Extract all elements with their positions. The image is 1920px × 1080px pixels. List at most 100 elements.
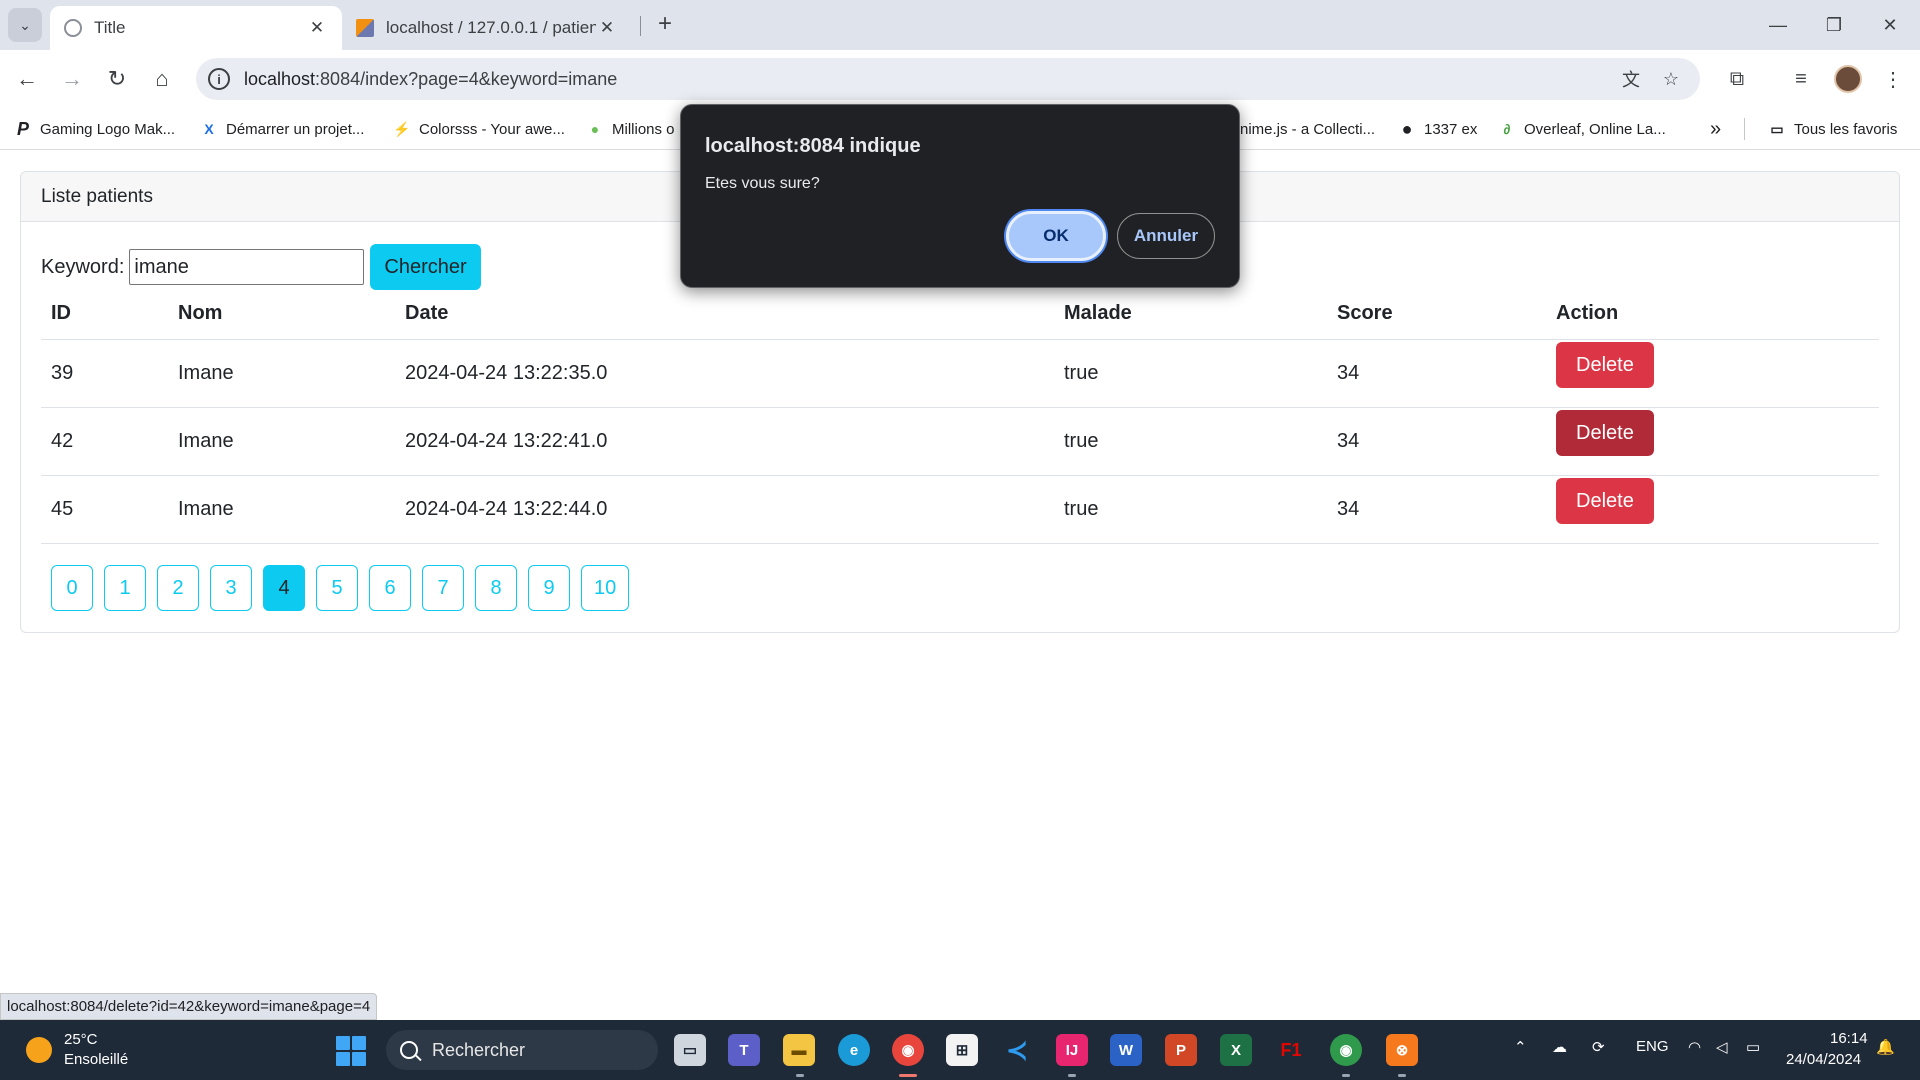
store-icon[interactable]: ⊞ — [946, 1034, 978, 1066]
weather-description[interactable]: Ensoleillé — [64, 1051, 128, 1068]
url-host: localhost — [244, 68, 316, 89]
bookmark-label: Gaming Logo Mak... — [40, 120, 176, 138]
site-info-icon[interactable]: i — [208, 68, 230, 90]
start-button[interactable] — [336, 1036, 366, 1066]
all-bookmarks-button[interactable]: ▭ Tous les favoris — [1768, 118, 1897, 140]
forward-button[interactable]: → — [55, 62, 89, 96]
windows-logo-tile — [352, 1036, 366, 1050]
wifi-icon[interactable]: ◠ — [1688, 1038, 1701, 1056]
dialog-title: localhost:8084 indique — [705, 135, 921, 157]
close-icon[interactable]: ✕ — [596, 18, 618, 38]
windows-taskbar: 25°C Ensoleillé Rechercher ▭ T ▬ e ◉ ⊞ ≺… — [0, 1020, 1920, 1080]
excel-icon[interactable]: X — [1220, 1034, 1252, 1066]
powerpoint-icon[interactable]: P — [1165, 1034, 1197, 1066]
bookmark-colorsss[interactable]: ⚡ Colorsss - Your awe... — [393, 118, 565, 140]
cell-action: Delete — [1546, 339, 1879, 408]
bookmark-animejs[interactable]: nime.js - a Collecti... — [1240, 118, 1375, 140]
edge-icon[interactable]: e — [838, 1034, 870, 1066]
extensions-icon[interactable]: ⧉ — [1720, 62, 1754, 96]
page-button-2[interactable]: 2 — [157, 565, 199, 611]
taskbar-search[interactable]: Rechercher — [386, 1030, 658, 1070]
minimize-button[interactable]: — — [1750, 0, 1806, 50]
running-indicator — [796, 1074, 804, 1077]
sun-icon[interactable] — [26, 1037, 52, 1063]
keyword-label: Keyword: — [41, 255, 125, 278]
page-button-5[interactable]: 5 — [316, 565, 358, 611]
bookmark-overleaf[interactable]: ∂ Overleaf, Online La... — [1498, 118, 1666, 140]
bookmark-1337[interactable]: ● 1337 ex — [1398, 118, 1478, 140]
menu-icon[interactable]: ⋮ — [1876, 62, 1910, 96]
media-control-icon[interactable]: ≡ — [1784, 62, 1818, 96]
close-icon[interactable]: ✕ — [306, 18, 328, 38]
page-button-0[interactable]: 0 — [51, 565, 93, 611]
delete-button[interactable]: Delete — [1556, 478, 1654, 524]
bookmark-gaming-logo[interactable]: P Gaming Logo Mak... — [14, 118, 175, 140]
language-indicator[interactable]: ENG — [1636, 1038, 1669, 1055]
volume-icon[interactable]: ◁ — [1716, 1038, 1728, 1056]
star-icon[interactable]: ☆ — [1658, 66, 1684, 92]
weather-temperature[interactable]: 25°C — [64, 1031, 98, 1048]
tab-label: localhost / 127.0.0.1 / patients_ — [386, 18, 596, 37]
address-bar[interactable]: i localhost:8084/index?page=4&keyword=im… — [196, 58, 1700, 100]
page-button-6[interactable]: 6 — [369, 565, 411, 611]
back-button[interactable]: ← — [10, 62, 44, 96]
translate-icon[interactable]: 文 — [1618, 66, 1644, 92]
delete-button[interactable]: Delete — [1556, 410, 1654, 456]
chrome-icon[interactable]: ◉ — [892, 1034, 924, 1066]
table-row: 39 Imane 2024-04-24 13:22:35.0 true 34 D… — [41, 339, 1879, 408]
f1-icon[interactable]: F1 — [1275, 1034, 1307, 1066]
running-indicator — [1398, 1074, 1406, 1077]
ok-button[interactable]: OK — [1006, 211, 1106, 261]
tab-search-button[interactable]: ⌄ — [8, 8, 42, 42]
home-button[interactable]: ⌂ — [145, 62, 179, 96]
clock-date[interactable]: 24/04/2024 — [1786, 1051, 1861, 1068]
battery-icon[interactable]: ▭ — [1746, 1038, 1760, 1056]
cancel-button[interactable]: Annuler — [1117, 213, 1215, 259]
notification-bell-icon[interactable]: 🔔 — [1876, 1038, 1895, 1056]
teams-icon[interactable]: T — [728, 1034, 760, 1066]
reload-button[interactable]: ↻ — [100, 62, 134, 96]
sync-icon[interactable]: ⟳ — [1592, 1038, 1605, 1056]
clock-time[interactable]: 16:14 — [1830, 1030, 1868, 1047]
page-button-9[interactable]: 9 — [528, 565, 570, 611]
bookmark-demarrer[interactable]: X Démarrer un projet... — [200, 118, 364, 140]
bookmarks-overflow-button[interactable]: » — [1710, 118, 1721, 140]
cell-date: 2024-04-24 13:22:41.0 — [395, 407, 1054, 476]
url-text[interactable]: localhost:8084/index?page=4&keyword=iman… — [244, 69, 617, 90]
intellij-icon[interactable]: IJ — [1056, 1034, 1088, 1066]
word-icon[interactable]: W — [1110, 1034, 1142, 1066]
page-button-7[interactable]: 7 — [422, 565, 464, 611]
tab-divider — [640, 16, 641, 36]
cell-nom: Imane — [168, 339, 395, 408]
chevron-up-icon[interactable]: ⌃ — [1514, 1038, 1527, 1056]
task-view-icon[interactable]: ▭ — [674, 1034, 706, 1066]
bookmark-label: Millions o — [612, 120, 675, 138]
vscode-icon[interactable]: ≺ — [1001, 1034, 1033, 1066]
onedrive-icon[interactable]: ☁ — [1552, 1038, 1567, 1056]
cell-action: Delete — [1546, 475, 1879, 544]
xampp-icon[interactable]: ⊗ — [1386, 1034, 1418, 1066]
cell-malade: true — [1054, 339, 1327, 408]
chrome-r-icon[interactable]: ◉ — [1330, 1034, 1362, 1066]
page-button-4-current[interactable]: 4 — [263, 565, 305, 611]
cell-nom: Imane — [168, 475, 395, 544]
tab-title[interactable]: Title ✕ — [50, 6, 342, 50]
profile-avatar[interactable] — [1834, 65, 1862, 93]
file-explorer-icon[interactable]: ▬ — [783, 1034, 815, 1066]
page-button-8[interactable]: 8 — [475, 565, 517, 611]
delete-button[interactable]: Delete — [1556, 342, 1654, 388]
cell-date: 2024-04-24 13:22:35.0 — [395, 339, 1054, 408]
restore-button[interactable]: ❐ — [1806, 0, 1862, 50]
search-button[interactable]: Chercher — [370, 244, 481, 290]
cell-malade: true — [1054, 407, 1327, 476]
page-button-3[interactable]: 3 — [210, 565, 252, 611]
new-tab-button[interactable]: + — [650, 10, 680, 40]
bookmark-label: nime.js - a Collecti... — [1240, 120, 1376, 138]
page-button-1[interactable]: 1 — [104, 565, 146, 611]
bookmark-millions[interactable]: ● Millions o — [586, 118, 675, 140]
confirm-dialog: localhost:8084 indique Etes vous sure? O… — [680, 104, 1240, 288]
tab-phpmyadmin[interactable]: localhost / 127.0.0.1 / patients_ ✕ — [342, 6, 632, 50]
keyword-input[interactable] — [129, 249, 365, 285]
close-window-button[interactable]: ✕ — [1862, 0, 1918, 50]
page-button-10[interactable]: 10 — [581, 565, 630, 611]
